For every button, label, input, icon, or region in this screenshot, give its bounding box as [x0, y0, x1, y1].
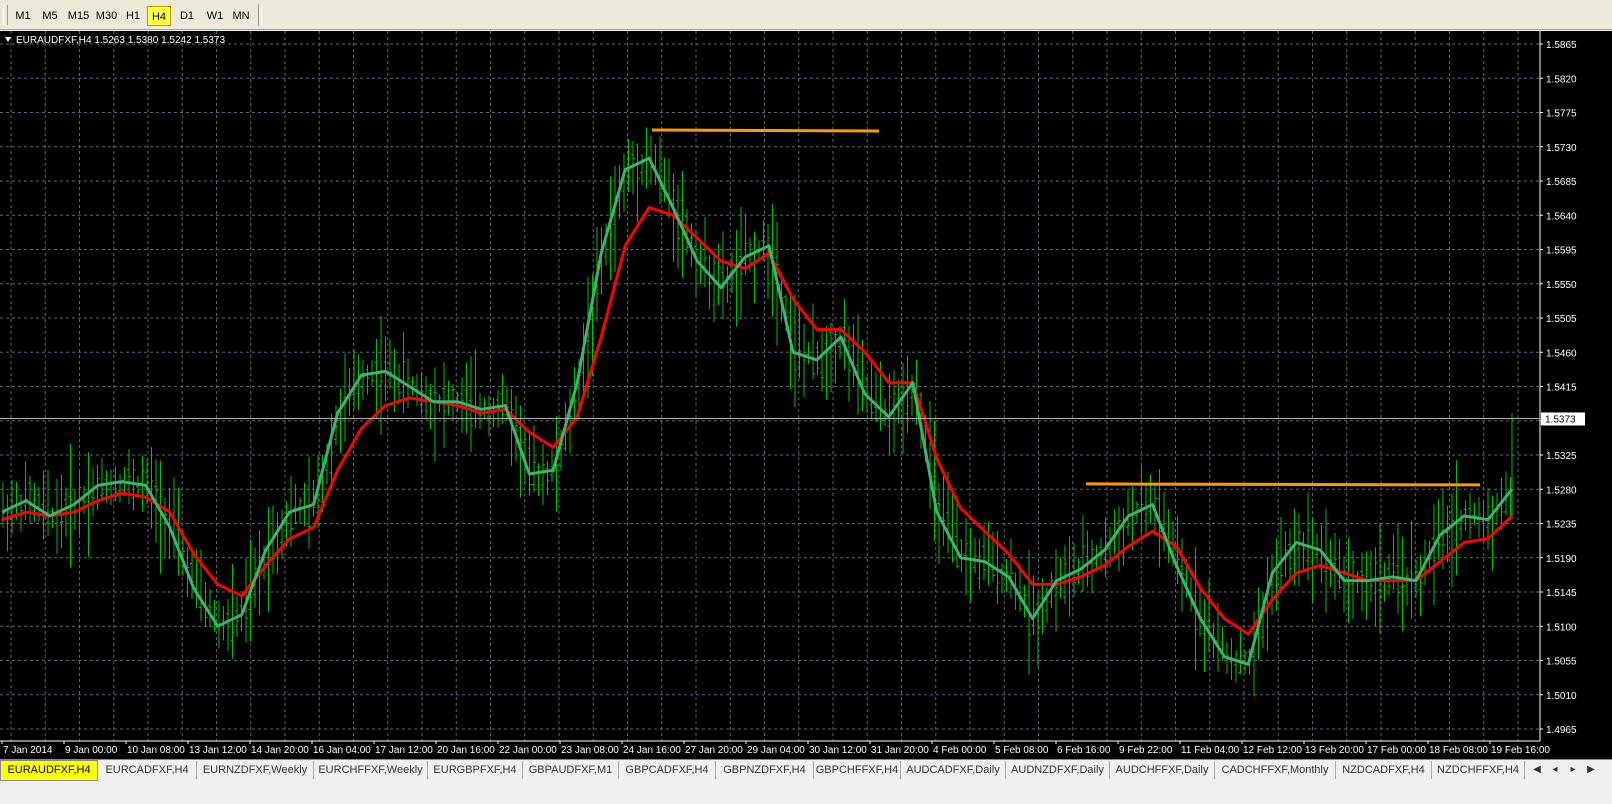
tab-gbpchffxf-h4[interactable]: GBPCHFFXF,H4 [814, 761, 901, 779]
time-tick-label: 13 Jan 12:00 [189, 745, 247, 756]
toolbar-separator [258, 4, 262, 26]
price-tick-label: 1.5550 [1546, 280, 1577, 291]
time-tick-label: 6 Feb 16:00 [1057, 745, 1111, 756]
time-tick-label: 13 Feb 20:00 [1305, 745, 1364, 756]
time-tick-label: 18 Feb 08:00 [1429, 745, 1488, 756]
price-axis: 1.5865 1.5820 1.5775 1.5730 1.5685 1.5640 1.55… [1540, 40, 1577, 736]
tab-nzdchffxf-h4[interactable]: NZDCHFFXF,H4 [1432, 761, 1525, 779]
time-tick-label: 30 Jan 12:00 [809, 745, 867, 756]
tab-gbpnzdfxf-h4[interactable]: GBPNZDFXF,H4 [716, 761, 814, 779]
timeframe-w1-button[interactable]: W1 [203, 6, 227, 26]
time-tick-label: 29 Jan 04:00 [747, 745, 805, 756]
chart-tab-bar: EURAUDFXF,H4 EURCADFXF,H4 EURNZDFXF,Week… [0, 759, 1612, 804]
time-tick-label: 9 Jan 00:00 [65, 745, 118, 756]
price-tick-label: 1.5685 [1546, 177, 1577, 188]
time-tick-label: 10 Jan 08:00 [127, 745, 185, 756]
tab-scroll-left-end-icon[interactable]: ◂ [1548, 762, 1562, 778]
price-tick-label: 1.5820 [1546, 74, 1577, 85]
price-tick-label: 1.5145 [1546, 588, 1577, 599]
tab-scroll-right-end-icon[interactable]: ▶ [1584, 762, 1598, 778]
price-tick-label: 1.5865 [1546, 40, 1577, 51]
tab-eurcadfxf-h4[interactable]: EURCADFXF,H4 [98, 761, 197, 779]
horizontal-level-line[interactable] [1085, 482, 1481, 487]
time-tick-label: 12 Feb 12:00 [1243, 745, 1302, 756]
price-tick-label: 1.5730 [1546, 143, 1577, 154]
chart-window[interactable]: 1.5865 1.5820 1.5775 1.5730 1.5685 1.5640 1.55… [0, 31, 1612, 759]
price-bars [1, 127, 1514, 697]
time-tick-label: 16 Jan 04:00 [313, 745, 371, 756]
time-tick-label: 22 Jan 00:00 [499, 745, 557, 756]
price-tick-label: 1.5595 [1546, 246, 1577, 257]
time-tick-label: 19 Feb 16:00 [1491, 745, 1550, 756]
tab-scroll-left-icon[interactable]: ◀ [1530, 762, 1544, 778]
horizontal-levels[interactable] [651, 128, 1481, 487]
time-tick-label: 20 Jan 16:00 [437, 745, 495, 756]
chart-grid [0, 31, 1540, 741]
price-chart[interactable]: 1.5865 1.5820 1.5775 1.5730 1.5685 1.5640 1.55… [0, 31, 1612, 759]
timeframe-m30-button[interactable]: M30 [93, 6, 120, 26]
time-tick-label: 4 Feb 00:00 [933, 745, 987, 756]
time-tick-label: 31 Jan 20:00 [871, 745, 929, 756]
timeframe-mn-button[interactable]: MN [229, 6, 253, 26]
time-tick-label: 9 Feb 22:00 [1119, 745, 1173, 756]
timeframe-h1-button[interactable]: H1 [122, 6, 144, 26]
price-tick-label: 1.5505 [1546, 314, 1577, 325]
price-tick-label: 1.5280 [1546, 485, 1577, 496]
time-tick-label: 7 Jan 2014 [3, 745, 53, 756]
tab-scroll-right-icon[interactable]: ▸ [1566, 762, 1580, 778]
price-tick-label: 1.5325 [1546, 451, 1577, 462]
tab-gbpcadfxf-h4[interactable]: GBPCADFXF,H4 [619, 761, 716, 779]
time-tick-label: 24 Jan 16:00 [623, 745, 681, 756]
time-tick-label: 14 Jan 20:00 [251, 745, 309, 756]
chart-header: EURAUDFXF,H4 1.5263 1.5380 1.5242 1.5373 [16, 35, 225, 46]
time-tick-label: 23 Jan 08:00 [561, 745, 619, 756]
time-tick-label: 11 Feb 04:00 [1181, 745, 1240, 756]
tab-euraudfxf-h4[interactable]: EURAUDFXF,H4 [0, 760, 98, 781]
price-tick-label: 1.5100 [1546, 622, 1577, 633]
tab-audnzdfxf-daily[interactable]: AUDNZDFXF,Daily [1006, 761, 1110, 779]
timeframe-m1-button[interactable]: M1 [12, 6, 34, 26]
price-tick-label: 1.5055 [1546, 657, 1577, 668]
tab-gbpaudfxf-m1[interactable]: GBPAUDFXF,M1 [523, 761, 619, 779]
time-tick-label: 27 Jan 20:00 [685, 745, 743, 756]
price-tick-label: 1.4965 [1546, 725, 1577, 736]
timeframe-m15-button[interactable]: M15 [65, 6, 92, 26]
moving-averages [1, 156, 1514, 666]
dropdown-triangle-icon[interactable] [5, 37, 11, 42]
price-tick-label: 1.5190 [1546, 554, 1577, 565]
toolbar-grip[interactable] [3, 5, 8, 25]
tab-nzdcadfxf-h4[interactable]: NZDCADFXF,H4 [1336, 761, 1432, 779]
tab-audcadfxf-daily[interactable]: AUDCADFXF,Daily [901, 761, 1006, 779]
tab-eurnzdfxf-weekly[interactable]: EURNZDFXF,Weekly [197, 761, 314, 779]
timeframe-h4-button[interactable]: H4 [147, 6, 171, 26]
tab-audchffxf-daily[interactable]: AUDCHFFXF,Daily [1110, 761, 1215, 779]
current-price-label: 1.5373 [1545, 414, 1576, 425]
time-tick-label: 17 Feb 00:00 [1367, 745, 1426, 756]
price-tick-label: 1.5775 [1546, 109, 1577, 120]
tab-eurchffxf-weekly[interactable]: EURCHFFXF,Weekly [314, 761, 428, 779]
horizontal-level-line[interactable] [651, 128, 880, 133]
tab-cadchffxf-monthly[interactable]: CADCHFFXF,Monthly [1215, 761, 1336, 779]
timeframe-m5-button[interactable]: M5 [38, 6, 62, 26]
time-tick-label: 17 Jan 12:00 [375, 745, 433, 756]
timeframe-d1-button[interactable]: D1 [176, 6, 198, 26]
price-tick-label: 1.5235 [1546, 520, 1577, 531]
timeframe-toolbar: M1 M5 M15 M30 H1 H4 D1 W1 MN [0, 0, 1612, 30]
price-tick-label: 1.5640 [1546, 211, 1577, 222]
price-tick-label: 1.5415 [1546, 383, 1577, 394]
time-axis: 7 Jan 2014 9 Jan 00:00 10 Jan 08:00 13 Jan … [1, 741, 1550, 756]
time-tick-label: 5 Feb 08:00 [995, 745, 1049, 756]
tab-eurgbpfxf-h4[interactable]: EURGBPFXF,H4 [428, 761, 523, 779]
price-tick-label: 1.5010 [1546, 691, 1577, 702]
price-tick-label: 1.5460 [1546, 348, 1577, 359]
